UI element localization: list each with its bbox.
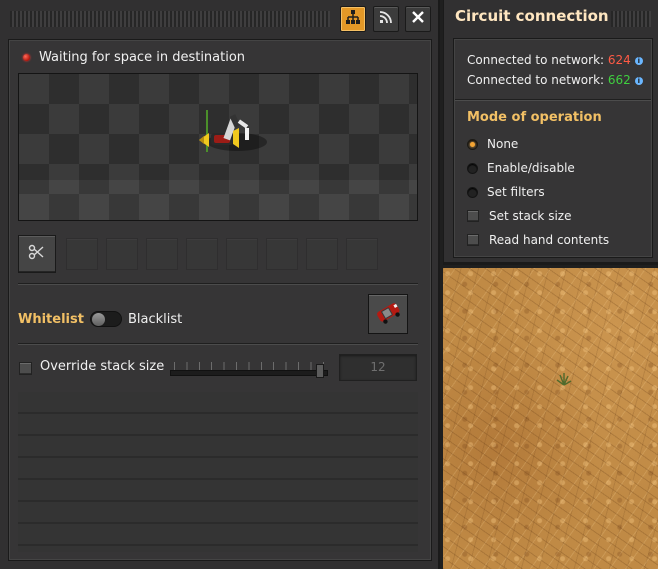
filter-slot-3[interactable] (106, 238, 138, 270)
filter-slot-2[interactable] (66, 238, 98, 270)
divider (18, 283, 418, 285)
blacklist-label[interactable]: Blacklist (128, 312, 182, 327)
checkbox[interactable] (467, 234, 479, 246)
network-tree-icon (345, 9, 361, 29)
mode-option-set-filters[interactable]: Set filters (467, 184, 545, 200)
stack-size-field[interactable]: 12 (339, 354, 417, 381)
option-set-stack-size[interactable]: Set stack size (467, 208, 571, 224)
filter-slots (18, 235, 386, 273)
close-icon (411, 10, 425, 28)
divider (18, 343, 418, 345)
mode-option-enable-disable[interactable]: Enable/disable (467, 160, 575, 176)
filter-slot-9[interactable] (346, 238, 378, 270)
filter-slot-8[interactable] (306, 238, 338, 270)
option-label: Read hand contents (489, 233, 610, 247)
inserter-content-frame: Waiting for space in destination Whiteli… (8, 39, 432, 561)
inserter-sprite (199, 110, 267, 152)
grass-tuft-icon (556, 373, 572, 386)
network-label: Connected to network: (467, 53, 605, 67)
empty-list-area (18, 392, 418, 552)
network-red-id: 624 (607, 53, 631, 67)
circuit-content-frame: Connected to network: 624 i Connected to … (453, 38, 653, 258)
close-button[interactable] (405, 6, 431, 32)
option-label: Enable/disable (487, 161, 575, 175)
window-titlebar[interactable] (0, 0, 440, 38)
wireless-signal-icon (378, 9, 394, 29)
drag-handle[interactable] (10, 11, 330, 27)
option-read-hand-contents[interactable]: Read hand contents (467, 232, 609, 248)
circuit-title: Circuit connection (455, 7, 609, 25)
status-line: Waiting for space in destination (23, 49, 245, 65)
game-world-view[interactable] (443, 268, 658, 569)
filter-slot-4[interactable] (146, 238, 178, 270)
filter-slot-7[interactable] (266, 238, 298, 270)
circuit-network-button[interactable] (340, 6, 366, 32)
circuit-connection-panel: Circuit connection Connected to network:… (443, 0, 658, 265)
override-stack-label[interactable]: Override stack size (40, 359, 164, 374)
logistic-network-button[interactable] (373, 6, 399, 32)
divider (455, 99, 651, 101)
option-label: None (487, 137, 519, 151)
network-label: Connected to network: (467, 73, 605, 87)
option-label: Set filters (487, 185, 545, 199)
filter-inserter-window: Waiting for space in destination Whiteli… (0, 0, 440, 569)
override-stack-checkbox[interactable] (19, 362, 32, 375)
radio-button[interactable] (467, 138, 478, 150)
car-icon (372, 296, 404, 332)
network-red-line: Connected to network: 624 i (467, 53, 643, 67)
filter-slot-1[interactable] (18, 235, 56, 273)
drag-handle[interactable] (611, 11, 651, 27)
stack-size-slider[interactable] (170, 360, 328, 378)
info-icon[interactable]: i (634, 57, 643, 65)
status-text: Waiting for space in destination (39, 49, 246, 65)
filter-slot-5[interactable] (186, 238, 218, 270)
radio-button[interactable] (467, 162, 478, 174)
slider-handle[interactable] (316, 364, 324, 378)
network-green-line: Connected to network: 662 i (467, 73, 643, 87)
mode-of-operation-title: Mode of operation (467, 110, 602, 125)
filter-mode-row: Whitelist Blacklist (18, 302, 418, 336)
whitelist-label[interactable]: Whitelist (18, 312, 84, 327)
radio-button[interactable] (467, 186, 478, 198)
entity-preview (18, 73, 418, 221)
option-label: Set stack size (489, 209, 572, 223)
status-indicator-icon (23, 53, 30, 61)
mode-option-none[interactable]: None (467, 136, 518, 152)
filter-scissors-icon (28, 243, 46, 265)
whitelist-blacklist-switch[interactable] (89, 311, 122, 327)
filter-slot-6[interactable] (226, 238, 258, 270)
checkbox[interactable] (467, 210, 479, 222)
info-icon[interactable]: i (634, 77, 643, 85)
override-stack-row: Override stack size 12 (18, 352, 418, 384)
network-green-id: 662 (607, 73, 631, 87)
car-item-button[interactable] (368, 294, 408, 334)
